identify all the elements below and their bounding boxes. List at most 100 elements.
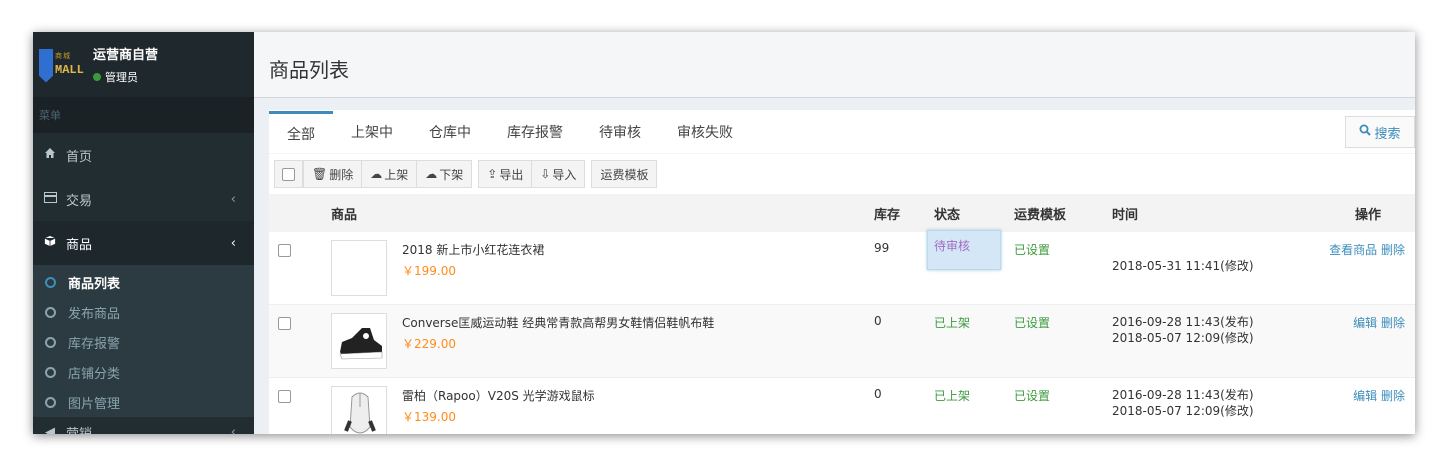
subitem-label: 库存报警: [68, 336, 121, 352]
mouse-image: [344, 392, 376, 434]
tab-all[interactable]: 全部: [269, 111, 333, 153]
header-stock: 库存: [874, 207, 901, 223]
sidebar-subitem-product-list[interactable]: 商品列表: [33, 267, 254, 297]
status-badge: 已上架: [934, 389, 971, 403]
time-published: 2016-09-28 11:43(发布): [1112, 388, 1254, 402]
role-label: 管理员: [105, 71, 138, 84]
subitem-label: 商品列表: [68, 276, 121, 292]
product-thumbnail[interactable]: [331, 386, 387, 434]
edit-link[interactable]: 编辑: [1353, 316, 1377, 330]
export-button[interactable]: ⇪ 导出: [478, 160, 533, 188]
circle-icon: [45, 366, 56, 378]
cube-icon: [42, 235, 58, 251]
stock-value: 0: [874, 387, 882, 401]
time-published: 2016-09-28 11:43(发布): [1112, 315, 1254, 329]
product-title[interactable]: 雷柏（Rapoo）V20S 光学游戏鼠标: [402, 387, 595, 404]
row-checkbox[interactable]: [278, 317, 291, 330]
sidebar-item-label: 商品: [66, 237, 93, 253]
status-badge: 已上架: [934, 316, 971, 330]
sneaker-image: [339, 328, 383, 360]
sidebar: 商城 MALL 运营商自营 管理员 菜单 首页 交易 ‹ 商品 ‹ 商品列表 发…: [33, 32, 254, 434]
product-price: ￥139.00: [402, 410, 456, 424]
search-button[interactable]: 搜索: [1345, 116, 1415, 148]
sidebar-item-marketing[interactable]: ◀ 营销 ‹: [33, 417, 254, 435]
status-label: 待审核: [934, 239, 971, 253]
sidebar-submenu: 商品列表 发布商品 库存报警 店铺分类 图片管理: [33, 265, 254, 417]
on-shelf-button[interactable]: ☁ 上架: [362, 160, 418, 188]
product-title[interactable]: Converse匡威运动鞋 经典常青款高帮男女鞋情侣鞋帆布鞋: [402, 314, 714, 331]
chevron-left-icon: ‹: [230, 235, 236, 251]
product-thumbnail[interactable]: [331, 313, 387, 369]
button-label: 上架: [384, 167, 409, 182]
toolbar: 🗑 删除 ☁ 上架 ☁ 下架 ⇪ 导出 ⇩ 导入 运费模板: [269, 154, 1415, 194]
product-thumbnail[interactable]: [331, 240, 387, 296]
online-status-icon: [93, 73, 101, 81]
stock-value: 0: [874, 314, 882, 328]
row-checkbox[interactable]: [278, 390, 291, 403]
card-icon: [42, 191, 58, 207]
edit-link[interactable]: 编辑: [1353, 389, 1377, 403]
table-row: 雷柏（Rapoo）V20S 光学游戏鼠标 ￥139.00 0 已上架 已设置 2…: [269, 378, 1415, 434]
tab-pending-review[interactable]: 待审核: [581, 111, 659, 153]
shipping-status: 已设置: [1014, 316, 1051, 330]
tab-review-failed[interactable]: 审核失败: [659, 111, 751, 153]
subitem-label: 店铺分类: [68, 366, 121, 382]
shop-name: 运营商自营: [93, 48, 159, 63]
sidebar-item-products[interactable]: 商品 ‹: [33, 221, 254, 265]
chevron-left-icon: ‹: [230, 424, 236, 435]
subitem-label: 发布商品: [68, 306, 121, 322]
shipping-template-button[interactable]: 运费模板: [591, 160, 658, 188]
user-panel: 运营商自营 管理员: [93, 44, 158, 85]
app-window: 商城 MALL 运营商自营 管理员 菜单 首页 交易 ‹ 商品 ‹ 商品列表 发…: [33, 32, 1415, 434]
sidebar-subitem-stock-alert[interactable]: 库存报警: [33, 327, 254, 357]
shipping-status: 已设置: [1014, 243, 1051, 257]
header-product: 商品: [331, 207, 358, 223]
sidebar-subitem-shop-category[interactable]: 店铺分类: [33, 357, 254, 387]
off-shelf-button[interactable]: ☁ 下架: [417, 160, 473, 188]
time-modified: 2018-05-07 12:09(修改): [1112, 331, 1254, 345]
mall-logo[interactable]: 商城 MALL: [37, 41, 85, 89]
status-badge: 待审核: [927, 230, 1001, 270]
sidebar-item-home[interactable]: 首页: [33, 133, 254, 177]
select-all-checkbox[interactable]: [274, 160, 303, 188]
tab-warehouse[interactable]: 仓库中: [411, 111, 489, 153]
tab-stock-alert[interactable]: 库存报警: [489, 111, 581, 153]
sidebar-item-trade[interactable]: 交易 ‹: [33, 177, 254, 221]
cloud-upload-icon: ☁: [370, 167, 383, 181]
delete-link[interactable]: 删除: [1381, 316, 1405, 330]
view-product-link[interactable]: 查看商品: [1329, 243, 1377, 257]
home-icon: [42, 147, 58, 163]
chevron-left-icon: ‹: [230, 191, 236, 207]
button-label: 下架: [439, 167, 464, 182]
stock-value: 99: [874, 241, 890, 255]
tab-on-shelf[interactable]: 上架中: [333, 111, 411, 153]
delete-link[interactable]: 删除: [1381, 243, 1405, 257]
sidebar-subitem-publish[interactable]: 发布商品: [33, 297, 254, 327]
delete-link[interactable]: 删除: [1381, 389, 1405, 403]
sidebar-item-label: 交易: [66, 193, 93, 209]
button-label: 导出: [499, 167, 524, 182]
sidebar-subitem-images[interactable]: 图片管理: [33, 387, 254, 417]
product-panel: 全部 上架中 仓库中 库存报警 待审核 审核失败 搜索 🗑 删除 ☁ 上架 ☁ …: [269, 110, 1415, 434]
sidebar-item-label: 营销: [66, 426, 93, 435]
circle-icon: [45, 306, 56, 318]
sidebar-header: 商城 MALL 运营商自营 管理员: [33, 32, 254, 97]
header-time: 时间: [1112, 207, 1139, 223]
table-row: 2018 新上市小红花连衣裙 ￥199.00 99 待审核 已设置 2018-0…: [269, 230, 1415, 305]
product-price: ￥199.00: [402, 264, 456, 278]
button-label: 删除: [329, 167, 354, 182]
page-title: 商品列表: [254, 32, 1415, 98]
button-label: 导入: [552, 167, 577, 182]
import-button[interactable]: ⇩ 导入: [532, 160, 586, 188]
delete-button[interactable]: 🗑 删除: [303, 160, 363, 188]
time-modified: 2018-05-31 11:41(修改): [1112, 259, 1254, 273]
row-checkbox[interactable]: [278, 244, 291, 257]
logo-top-text: 商城: [55, 51, 71, 60]
status-tabs: 全部 上架中 仓库中 库存报警 待审核 审核失败 搜索: [269, 110, 1415, 154]
circle-icon: [45, 276, 56, 288]
bullhorn-icon: ◀: [45, 424, 55, 435]
subitem-label: 图片管理: [68, 396, 121, 412]
product-title[interactable]: 2018 新上市小红花连衣裙: [402, 241, 544, 258]
header-status: 状态: [934, 207, 961, 223]
circle-icon: [45, 336, 56, 348]
